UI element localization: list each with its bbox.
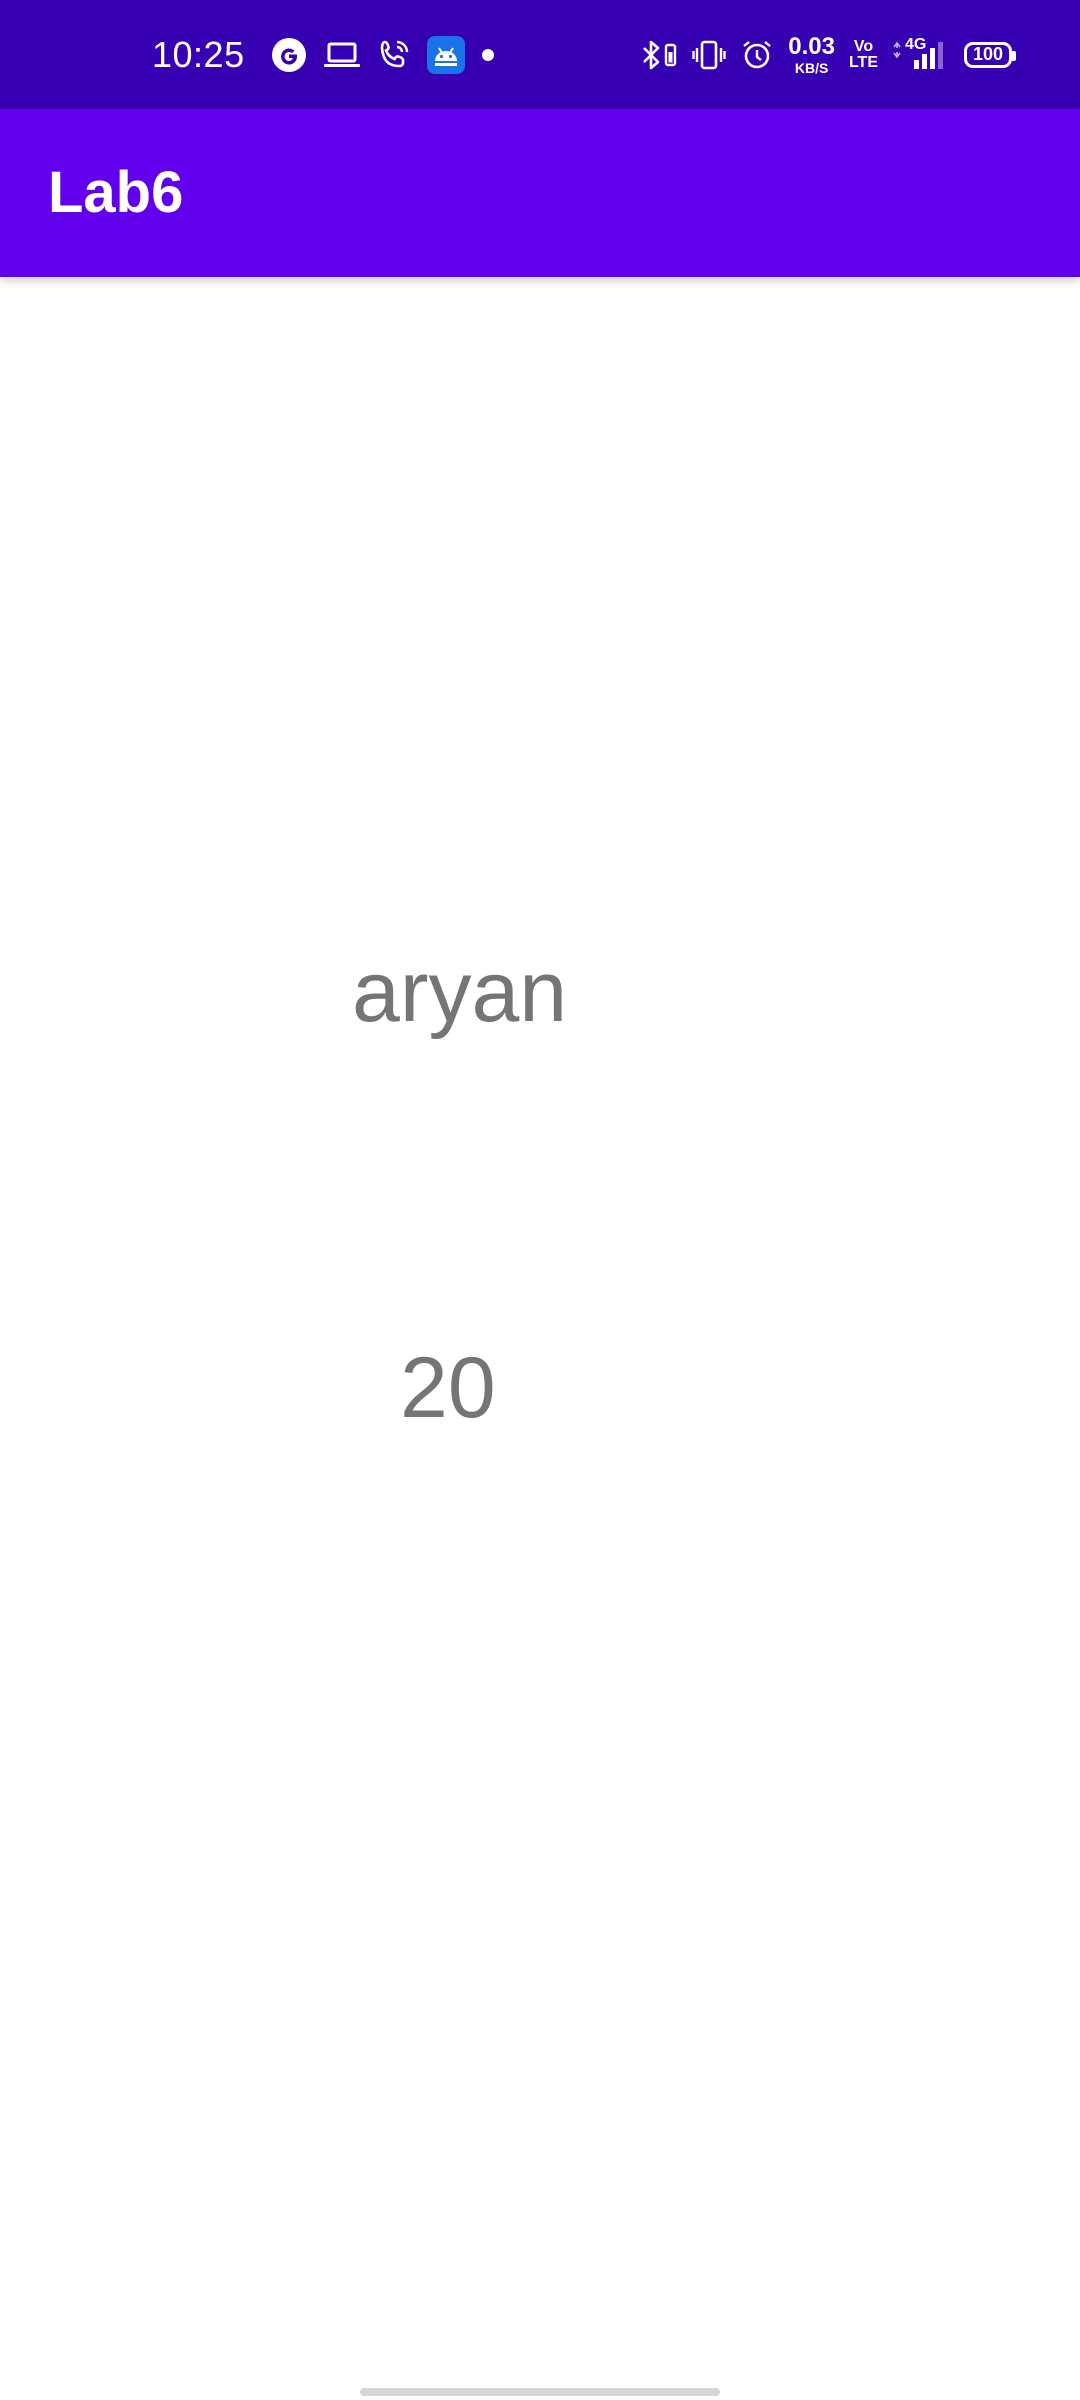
main-content: aryan 20	[0, 277, 1080, 2400]
vibrate-icon	[692, 38, 726, 72]
android-debug-icon	[426, 35, 465, 74]
network-speed-value: 0.03	[788, 32, 835, 60]
network-speed-indicator: 0.03 KB/S	[788, 32, 835, 76]
bluetooth-battery-icon	[640, 38, 678, 72]
status-left-group: 10:25	[152, 0, 511, 109]
battery-icon: 100	[964, 41, 1016, 68]
volte-top-label: Vo	[853, 37, 874, 55]
mobile-signal-icon: 4G	[892, 35, 948, 72]
network-speed-unit: KB/S	[794, 59, 829, 76]
volte-indicator: Vo LTE	[848, 37, 878, 71]
status-time: 10:25	[152, 33, 245, 75]
google-icon	[271, 37, 307, 73]
gesture-nav-handle[interactable]	[360, 2388, 720, 2396]
status-bar: 10:25 0.03 KB/S Vo LTE 4G 100	[0, 0, 1080, 109]
laptop-icon	[323, 40, 361, 70]
notification-dot-icon	[481, 48, 495, 62]
app-title: Lab6	[48, 160, 184, 225]
app-bar: Lab6	[0, 109, 1080, 277]
status-right-group: 0.03 KB/S Vo LTE 4G 100	[626, 0, 1016, 109]
network-type-label: 4G	[905, 35, 927, 53]
volte-bottom-label: LTE	[848, 53, 878, 71]
name-text: aryan	[352, 944, 568, 1040]
battery-level: 100	[972, 44, 1004, 64]
wifi-calling-icon	[377, 38, 411, 72]
alarm-icon	[740, 38, 774, 72]
age-text: 20	[400, 1340, 496, 1436]
